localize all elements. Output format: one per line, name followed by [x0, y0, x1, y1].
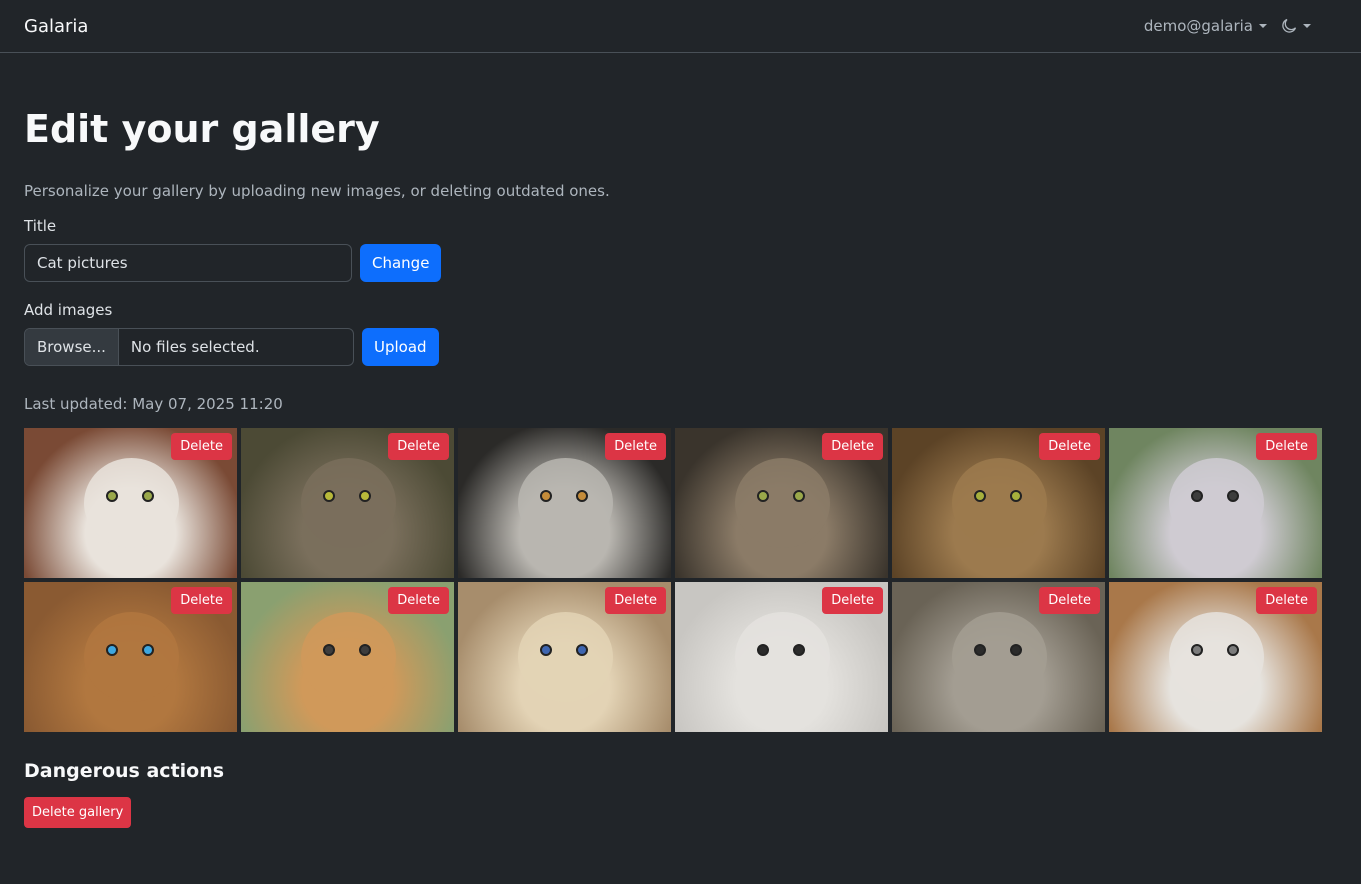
gallery-tile: Delete	[675, 582, 888, 732]
cat-eye-shape	[323, 490, 335, 502]
cat-face-shape	[301, 458, 396, 548]
cat-eye-shape	[576, 490, 588, 502]
gallery-tile: Delete	[1109, 582, 1322, 732]
gallery-tile: Delete	[1109, 428, 1322, 578]
delete-image-button[interactable]: Delete	[171, 587, 232, 614]
cat-eye-shape	[757, 644, 769, 656]
chevron-down-icon	[1259, 24, 1267, 28]
cat-face-shape	[952, 458, 1047, 548]
browse-button[interactable]: Browse...	[25, 329, 119, 365]
delete-image-button[interactable]: Delete	[1256, 433, 1317, 460]
cat-face-shape	[518, 458, 613, 548]
user-menu[interactable]: demo@galaria	[1144, 17, 1267, 35]
gallery-tile: Delete	[892, 582, 1105, 732]
image-grid: Delete Delete Delete Delete Delete Delete Dele…	[24, 428, 1337, 732]
cat-eye-shape	[1227, 644, 1239, 656]
file-status: No files selected.	[130, 338, 260, 356]
cat-face-shape	[1169, 612, 1264, 702]
delete-image-button[interactable]: Delete	[1256, 587, 1317, 614]
delete-image-button[interactable]: Delete	[1039, 587, 1100, 614]
cat-eye-shape	[106, 490, 118, 502]
cat-eye-shape	[359, 490, 371, 502]
delete-image-button[interactable]: Delete	[388, 587, 449, 614]
upload-form: Browse... No files selected. Upload	[24, 328, 1337, 366]
delete-image-button[interactable]: Delete	[1039, 433, 1100, 460]
cat-eye-shape	[540, 490, 552, 502]
user-email: demo@galaria	[1143, 17, 1253, 35]
cat-eye-shape	[1227, 490, 1239, 502]
file-input[interactable]: Browse... No files selected.	[24, 328, 354, 366]
delete-gallery-button[interactable]: Delete gallery	[24, 797, 132, 828]
delete-image-button[interactable]: Delete	[171, 433, 232, 460]
title-input[interactable]	[24, 244, 352, 282]
cat-face-shape	[735, 612, 830, 702]
last-updated: Last updated: May 07, 2025 11:20	[24, 395, 283, 413]
cat-face-shape	[735, 458, 830, 548]
gallery-tile: Delete	[241, 428, 454, 578]
cat-eye-shape	[540, 644, 552, 656]
gallery-tile: Delete	[458, 428, 671, 578]
gallery-tile: Delete	[892, 428, 1105, 578]
cat-eye-shape	[974, 490, 986, 502]
cat-eye-shape	[142, 644, 154, 656]
page-lead: Personalize your gallery by uploading ne…	[24, 182, 610, 200]
delete-image-button[interactable]: Delete	[605, 433, 666, 460]
change-title-button[interactable]: Change	[360, 244, 442, 282]
cat-eye-shape	[793, 644, 805, 656]
cat-face-shape	[518, 612, 613, 702]
delete-image-button[interactable]: Delete	[822, 587, 883, 614]
gallery-tile: Delete	[24, 428, 237, 578]
cat-face-shape	[84, 612, 179, 702]
gallery-tile: Delete	[24, 582, 237, 732]
cat-eye-shape	[1010, 490, 1022, 502]
upload-button[interactable]: Upload	[362, 328, 439, 366]
cat-eye-shape	[142, 490, 154, 502]
brand-link[interactable]: Galaria	[24, 16, 88, 37]
title-form: Change	[24, 244, 1337, 282]
cat-eye-shape	[1010, 644, 1022, 656]
cat-face-shape	[84, 458, 179, 548]
cat-eye-shape	[1191, 490, 1203, 502]
theme-toggle[interactable]	[1281, 18, 1311, 34]
cat-face-shape	[301, 612, 396, 702]
cat-eye-shape	[757, 490, 769, 502]
navbar: Galaria demo@galaria	[0, 0, 1361, 53]
title-label: Title	[24, 217, 57, 235]
cat-eye-shape	[576, 644, 588, 656]
chevron-down-icon	[1303, 24, 1311, 28]
delete-image-button[interactable]: Delete	[388, 433, 449, 460]
moon-icon	[1282, 18, 1297, 33]
navbar-right: demo@galaria	[1144, 17, 1311, 35]
delete-image-button[interactable]: Delete	[605, 587, 666, 614]
cat-face-shape	[1169, 458, 1264, 548]
gallery-tile: Delete	[458, 582, 671, 732]
cat-eye-shape	[359, 644, 371, 656]
page-title: Edit your gallery	[24, 107, 380, 151]
cat-eye-shape	[1191, 644, 1203, 656]
cat-eye-shape	[974, 644, 986, 656]
cat-eye-shape	[793, 490, 805, 502]
add-images-label: Add images	[24, 301, 113, 319]
gallery-tile: Delete	[241, 582, 454, 732]
cat-eye-shape	[106, 644, 118, 656]
gallery-tile: Delete	[675, 428, 888, 578]
delete-image-button[interactable]: Delete	[822, 433, 883, 460]
main-content: Edit your gallery Personalize your galle…	[0, 107, 1361, 828]
danger-section-title: Dangerous actions	[24, 760, 225, 782]
cat-eye-shape	[323, 644, 335, 656]
cat-face-shape	[952, 612, 1047, 702]
